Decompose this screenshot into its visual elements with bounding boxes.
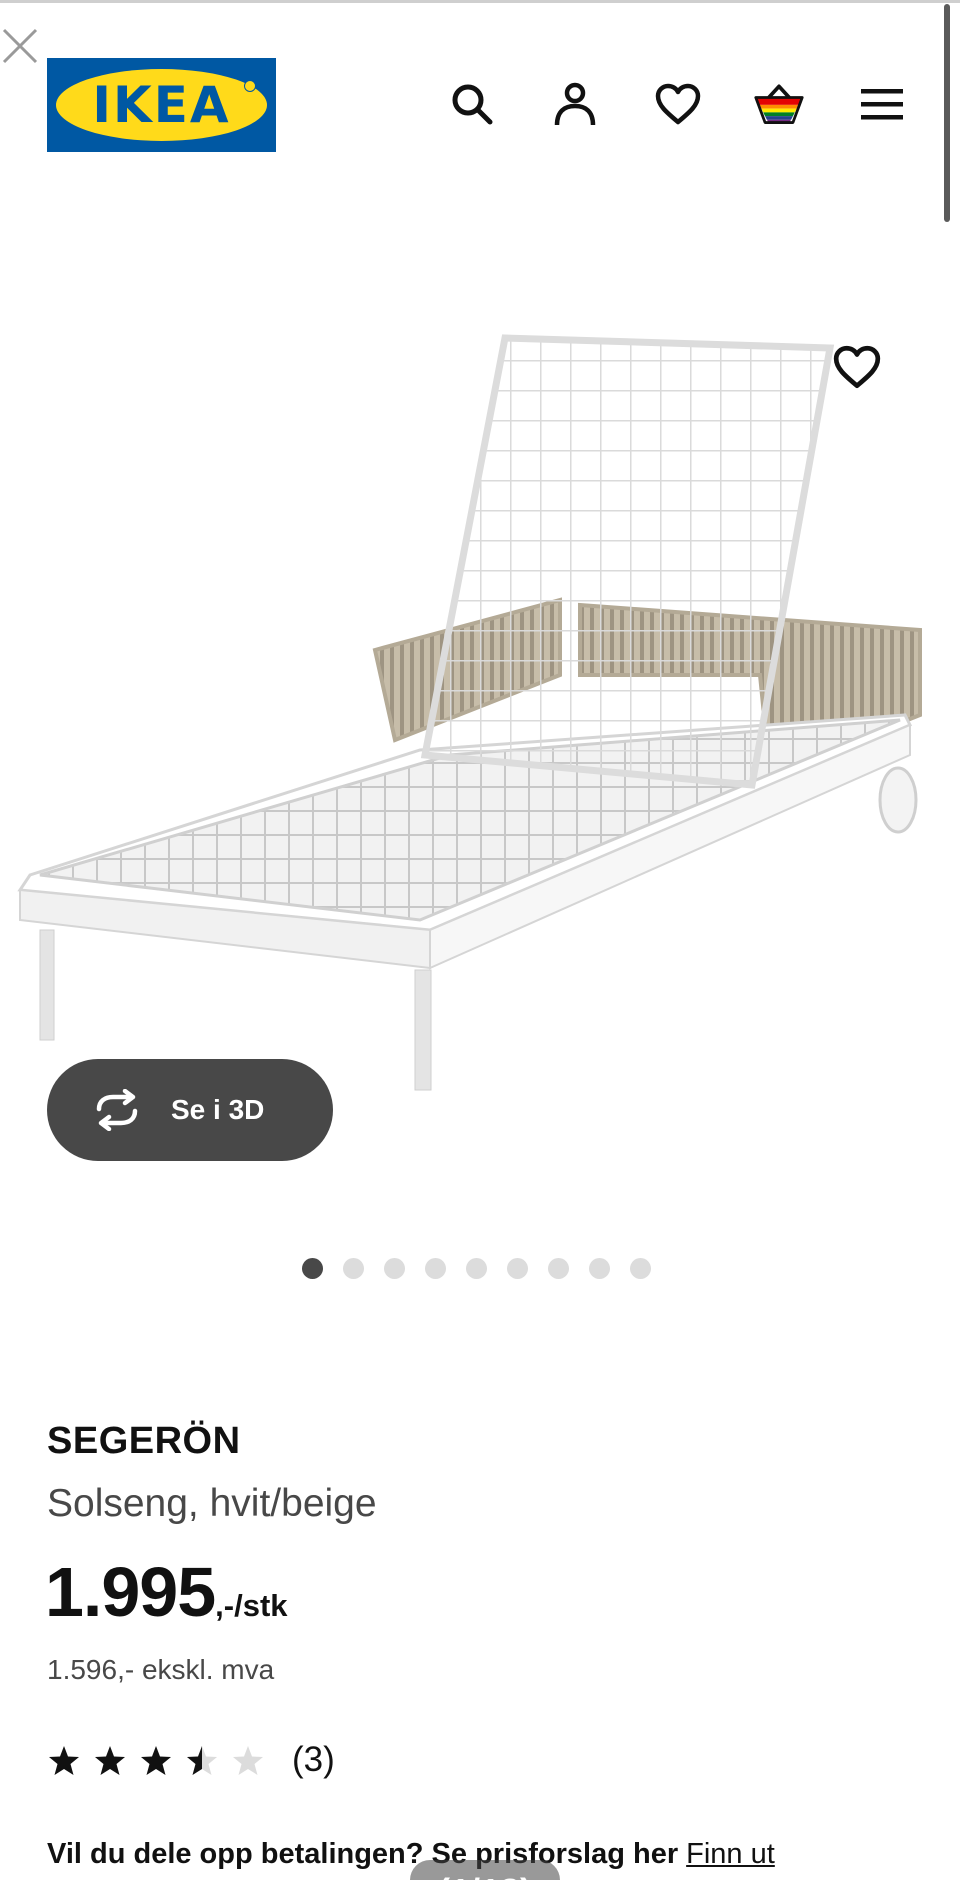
star-half-icon bbox=[187, 1746, 217, 1775]
basket-icon[interactable] bbox=[753, 78, 805, 130]
image-counter: (1/18) bbox=[410, 1860, 560, 1880]
user-icon[interactable] bbox=[549, 78, 601, 130]
gallery-dot[interactable] bbox=[302, 1258, 323, 1279]
ikea-logo[interactable]: IKEA bbox=[47, 58, 276, 152]
product-description: Solseng, hvit/beige bbox=[47, 1482, 377, 1525]
product-name: SEGERÖN bbox=[47, 1420, 241, 1462]
gallery-dot[interactable] bbox=[466, 1258, 487, 1279]
financing-link[interactable]: Finn ut bbox=[686, 1838, 775, 1870]
gallery-dot[interactable] bbox=[589, 1258, 610, 1279]
gallery-dot[interactable] bbox=[630, 1258, 651, 1279]
financing-row: Vil du dele opp betalingen? Se prisforsl… bbox=[47, 1838, 775, 1871]
heart-icon[interactable] bbox=[652, 78, 704, 130]
scrollbar[interactable] bbox=[944, 4, 950, 222]
logo-text: IKEA bbox=[92, 76, 231, 134]
rotate-3d-icon bbox=[96, 1089, 138, 1131]
price-suffix: ,-/stk bbox=[215, 1588, 288, 1623]
price-main: 1.995 bbox=[45, 1553, 216, 1631]
view-in-3d-button[interactable]: Se i 3D bbox=[47, 1059, 333, 1161]
product-page: IKEA Se i 3D SEGERÖN Solseng, hvit/beige… bbox=[0, 0, 960, 1880]
registered-mark bbox=[244, 80, 256, 92]
star-full-icon bbox=[49, 1746, 79, 1775]
gallery-dot[interactable] bbox=[343, 1258, 364, 1279]
gallery-dot[interactable] bbox=[384, 1258, 405, 1279]
gallery-pagination bbox=[300, 1258, 660, 1280]
view-in-3d-label: Se i 3D bbox=[171, 1094, 265, 1125]
financing-text: Vil du dele opp betalingen? Se prisforsl… bbox=[47, 1838, 679, 1870]
gallery-dot[interactable] bbox=[548, 1258, 569, 1279]
product-image[interactable] bbox=[0, 330, 960, 1130]
star-full-icon bbox=[141, 1746, 171, 1775]
review-count[interactable]: (3) bbox=[292, 1740, 335, 1780]
star-full-icon bbox=[95, 1746, 125, 1775]
product-price: 1.995,-/stk bbox=[45, 1552, 288, 1632]
search-icon[interactable] bbox=[446, 78, 498, 130]
menu-icon[interactable] bbox=[856, 78, 908, 130]
price-excl-vat: 1.596,- ekskl. mva bbox=[47, 1654, 275, 1685]
gallery-dot[interactable] bbox=[507, 1258, 528, 1279]
star-empty-icon bbox=[233, 1746, 263, 1775]
favourite-heart-icon[interactable] bbox=[832, 342, 882, 392]
gallery-dot[interactable] bbox=[425, 1258, 446, 1279]
top-divider bbox=[0, 0, 960, 3]
close-icon[interactable] bbox=[0, 24, 44, 68]
